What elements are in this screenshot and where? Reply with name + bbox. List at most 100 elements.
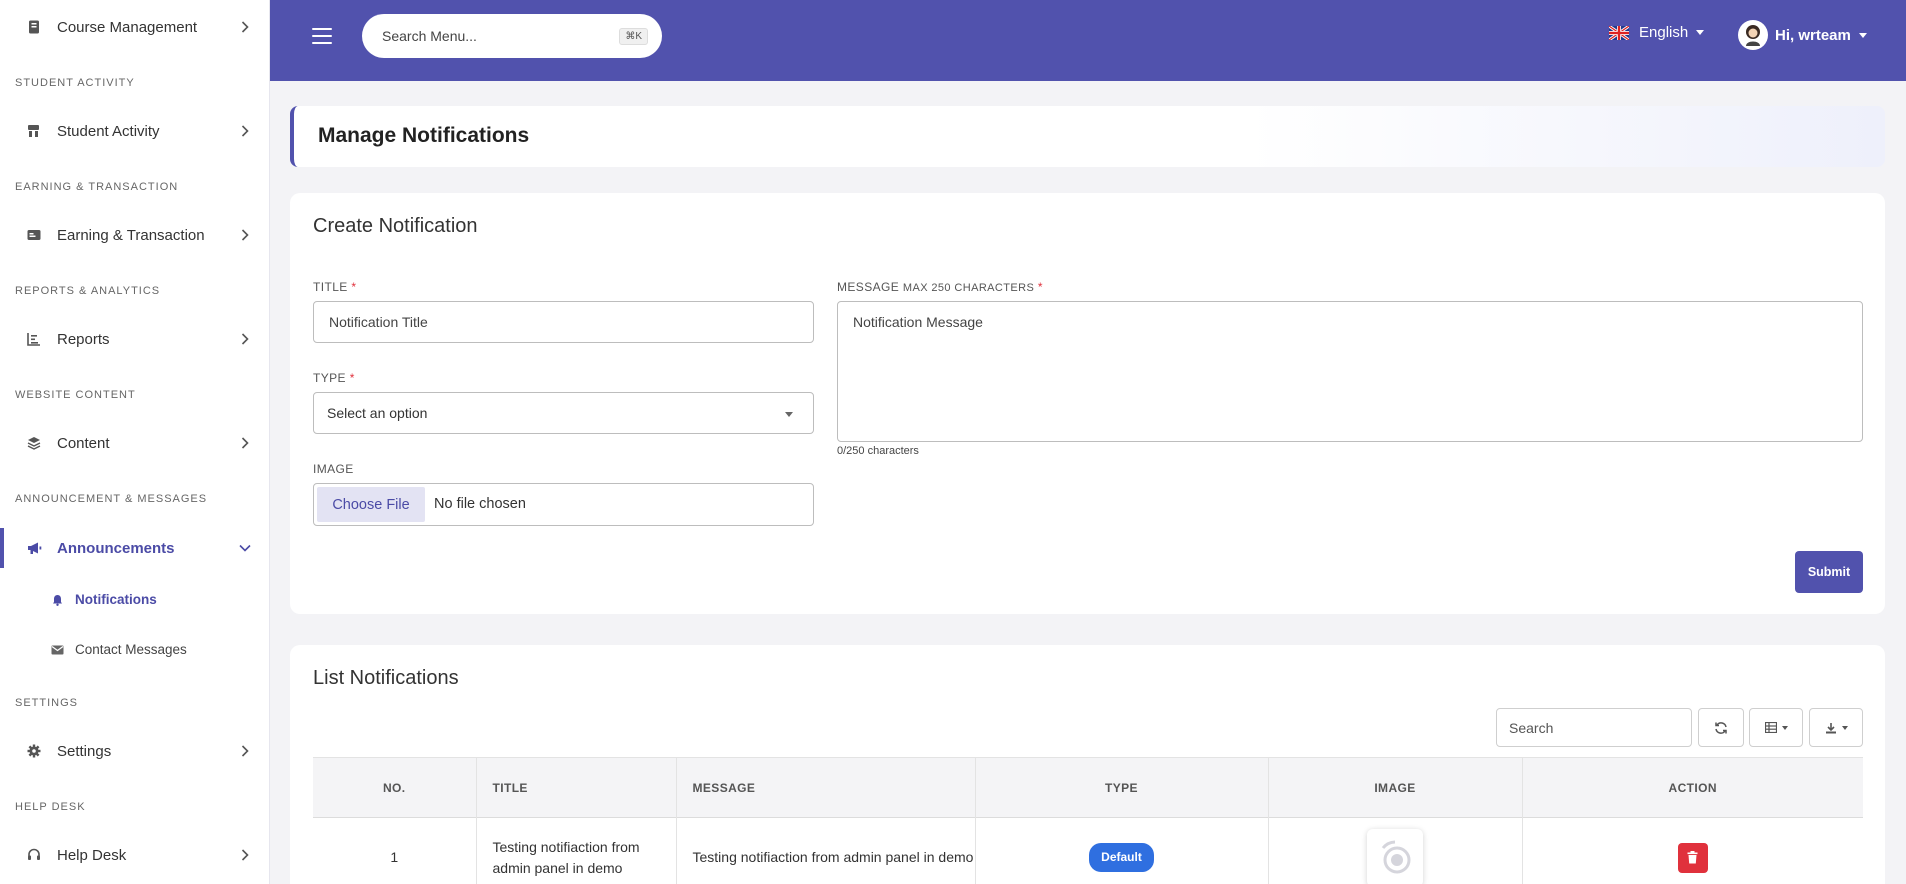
section-heading: STUDENT ACTIVITY [15, 77, 135, 89]
layers-icon [26, 435, 42, 451]
sidebar-item-settings[interactable]: Settings [0, 731, 270, 771]
sidebar-item-reports[interactable]: Reports [0, 319, 270, 359]
title-label-text: TITLE [313, 280, 348, 294]
caret-down-icon [1858, 32, 1867, 38]
trash-icon [1687, 851, 1698, 864]
sidebar-subitem-label: Notifications [75, 592, 157, 607]
sidebar-item-announcements[interactable]: Announcements [0, 528, 270, 568]
chevron-right-icon [238, 744, 252, 758]
shortcut-hint: ⌘K [619, 28, 648, 45]
cell-title: Testing notifiaction from admin panel in… [476, 817, 677, 884]
cell-action [1522, 818, 1863, 884]
sidebar-item-label: Content [57, 434, 110, 452]
chart-icon [26, 331, 42, 347]
type-select-value: Select an option [327, 405, 428, 421]
char-count: 0/250 characters [837, 445, 919, 457]
sidebar-subitem-contact-messages[interactable]: Contact Messages [0, 634, 270, 666]
sidebar: Course Management STUDENT ACTIVITY Stude… [0, 0, 270, 884]
chevron-down-icon [238, 541, 252, 555]
message-label-text: MESSAGE [837, 280, 900, 294]
sidebar-item-label: Course Management [57, 18, 198, 36]
choose-file-button[interactable]: Choose File [317, 487, 425, 522]
sidebar-item-label: Student Activity [57, 122, 160, 140]
notification-thumbnail[interactable] [1367, 828, 1423, 884]
caret-down-icon [1781, 725, 1788, 730]
type-label: TYPE * [313, 371, 355, 385]
message-label: MESSAGE MAX 250 CHARACTERS * [837, 280, 1043, 294]
column-header-title[interactable]: TITLE [476, 757, 677, 818]
page-title: Manage Notifications [318, 124, 530, 147]
required-mark: * [351, 280, 357, 294]
sidebar-item-label: Help Desk [57, 846, 127, 864]
sidebar-subitem-notifications[interactable]: Notifications [0, 584, 270, 616]
sidebar-item-help-desk[interactable]: Help Desk [0, 835, 270, 875]
wallet-icon [26, 227, 42, 243]
topbar: ⌘K English Hi, wrteam [270, 0, 1906, 81]
section-heading: EARNING & TRANSACTION [15, 181, 179, 193]
image-file-input: Choose File No file chosen [313, 483, 814, 526]
section-heading: REPORTS & ANALYTICS [15, 285, 161, 297]
sidebar-item-content[interactable]: Content [0, 423, 270, 463]
refresh-button[interactable] [1698, 708, 1744, 747]
sidebar-item-label: Earning & Transaction [57, 226, 205, 244]
menu-toggle-icon[interactable] [312, 28, 332, 46]
notifications-table: NO. TITLE MESSAGE TYPE IMAGE ACTION 1 Te… [313, 757, 1863, 884]
card-title: Create Notification [313, 215, 478, 237]
columns-toggle-button[interactable] [1749, 708, 1803, 747]
sidebar-item-label: Settings [57, 742, 112, 760]
user-greeting: Hi, wrteam [1775, 26, 1851, 44]
columns-icon [1764, 722, 1777, 733]
image-label: IMAGE [313, 462, 354, 476]
title-input[interactable] [313, 301, 814, 343]
type-badge: Default [1089, 843, 1154, 873]
envelope-icon [50, 643, 64, 657]
download-icon [1825, 722, 1836, 733]
placeholder-image-icon [1381, 840, 1411, 874]
card-title: List Notifications [313, 667, 459, 689]
cell-message: Testing notifiaction from admin panel in… [676, 817, 976, 884]
type-select[interactable]: Select an option [313, 392, 814, 434]
headset-icon [26, 847, 42, 863]
section-heading: SETTINGS [15, 697, 79, 709]
chevron-right-icon [238, 124, 252, 138]
page-header: Manage Notifications [290, 106, 1885, 167]
section-heading: ANNOUNCEMENT & MESSAGES [15, 493, 208, 505]
user-menu[interactable]: Hi, wrteam [1738, 20, 1867, 50]
table-header-row: NO. TITLE MESSAGE TYPE IMAGE ACTION [313, 757, 1863, 818]
chevron-right-icon [238, 848, 252, 862]
list-notifications-card: List Notifications NO. TITLE MESSAGE TYP… [290, 645, 1885, 884]
create-notification-card: Create Notification TITLE * TYPE * Selec… [290, 193, 1885, 614]
message-hint: MAX 250 CHARACTERS [902, 282, 1035, 294]
column-header-no[interactable]: NO. [313, 757, 477, 818]
message-textarea[interactable] [837, 301, 1863, 442]
sidebar-item-earning-transaction[interactable]: Earning & Transaction [0, 215, 270, 255]
column-header-type[interactable]: TYPE [975, 757, 1269, 818]
section-heading: WEBSITE CONTENT [15, 389, 136, 401]
column-header-image[interactable]: IMAGE [1268, 757, 1523, 818]
sidebar-item-label: Announcements [57, 539, 175, 557]
student-icon [26, 123, 42, 139]
avatar [1738, 20, 1768, 50]
menu-search-input[interactable] [382, 28, 602, 44]
table-search-input[interactable] [1496, 708, 1692, 747]
delete-button[interactable] [1677, 842, 1708, 873]
gear-icon [26, 743, 42, 759]
required-mark: * [1037, 280, 1043, 294]
section-heading: HELP DESK [15, 801, 86, 813]
refresh-icon [1715, 721, 1727, 734]
sidebar-item-label: Reports [57, 330, 110, 348]
required-mark: * [349, 371, 355, 385]
menu-search: ⌘K [362, 14, 662, 58]
sidebar-item-student-activity[interactable]: Student Activity [0, 111, 270, 151]
column-header-message[interactable]: MESSAGE [676, 757, 976, 818]
chevron-right-icon [238, 228, 252, 242]
chevron-right-icon [238, 332, 252, 346]
language-selector[interactable]: English [1609, 24, 1705, 41]
cell-image [1268, 817, 1523, 884]
sidebar-item-course-management[interactable]: Course Management [0, 7, 270, 47]
export-button[interactable] [1809, 708, 1863, 747]
type-label-text: TYPE [313, 371, 346, 385]
bell-icon [50, 593, 64, 607]
submit-button[interactable]: Submit [1795, 551, 1863, 593]
cell-no: 1 [313, 817, 477, 884]
